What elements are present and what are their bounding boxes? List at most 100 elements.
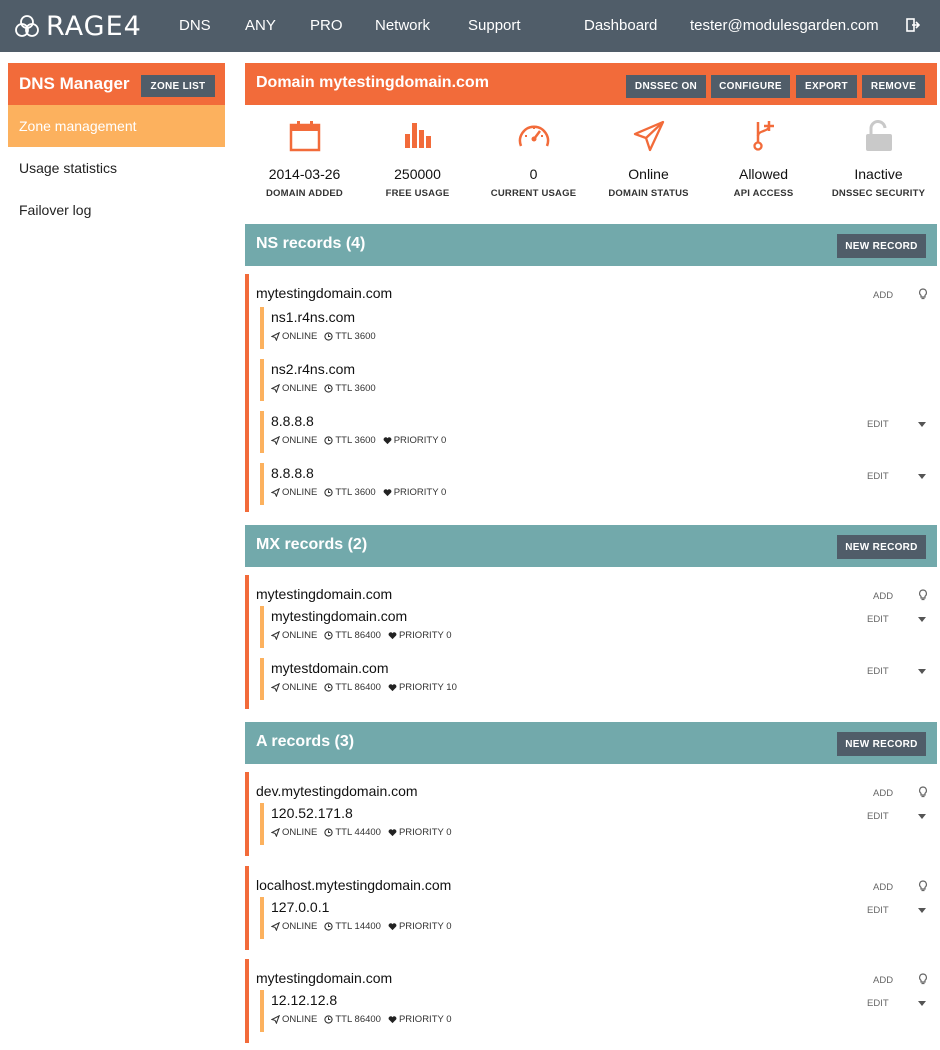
stat-label: CURRENT USAGE <box>490 188 577 199</box>
paper-plane-icon <box>271 683 280 692</box>
add-link[interactable]: ADD <box>873 882 893 893</box>
record-status: ONLINE <box>282 487 318 498</box>
record-status: ONLINE <box>282 921 318 932</box>
branch-icon <box>752 121 774 151</box>
logout-icon[interactable] <box>906 18 920 32</box>
add-link[interactable]: ADD <box>873 290 893 301</box>
chevron-down-icon[interactable] <box>918 908 926 914</box>
lightbulb-icon[interactable] <box>918 786 928 798</box>
heart-icon <box>383 489 392 497</box>
record-priority: PRIORITY 0 <box>398 630 452 641</box>
speedometer-icon <box>518 125 549 147</box>
record-ttl: TTL 3600 <box>335 331 376 342</box>
zone-list-button[interactable]: ZONE LIST <box>141 75 215 97</box>
paper-plane-icon <box>271 384 280 393</box>
record-row: 127.0.0.1 ONLINE TTL 14400 PRIORITY 0 ED… <box>260 897 936 939</box>
new-record-button[interactable]: NEW RECORD <box>837 732 926 756</box>
clock-icon <box>324 1015 334 1024</box>
zone-group: mytestingdomain.com ADD 12.12.12.8 ONLIN… <box>245 959 937 1043</box>
edit-link[interactable]: EDIT <box>867 419 889 430</box>
edit-link[interactable]: EDIT <box>867 666 889 677</box>
heart-icon <box>383 437 392 445</box>
chevron-down-icon[interactable] <box>918 1001 926 1007</box>
record-ttl: TTL 3600 <box>335 435 376 446</box>
stat-label: DOMAIN ADDED <box>266 188 343 199</box>
a-records-header: A records (3) NEW RECORD <box>245 722 937 764</box>
clock-icon <box>324 683 334 692</box>
clock-icon <box>324 631 334 640</box>
edit-link[interactable]: EDIT <box>867 905 889 916</box>
lightbulb-icon[interactable] <box>918 589 928 601</box>
record-status: ONLINE <box>282 331 318 342</box>
nav-any[interactable]: ANY <box>245 17 276 34</box>
record-status: ONLINE <box>282 682 318 693</box>
record-priority: PRIORITY 0 <box>398 921 452 932</box>
add-link[interactable]: ADD <box>873 591 893 602</box>
stat-dnssec-security: Inactive DNSSEC SECURITY <box>821 63 936 199</box>
brand-logo[interactable]: RAGE4 <box>14 10 142 42</box>
record-value: mytestingdomain.com <box>271 608 408 624</box>
brand-name: RAGE4 <box>46 10 142 42</box>
chevron-down-icon[interactable] <box>918 617 926 623</box>
record-value: ns2.r4ns.com <box>271 361 356 377</box>
section-title: MX records (2) <box>256 536 368 553</box>
nav-network[interactable]: Network <box>375 17 430 34</box>
zone-name: mytestingdomain.com <box>256 285 393 301</box>
record-row: ns2.r4ns.com ONLINE TTL 3600 <box>260 359 936 401</box>
heart-icon <box>388 923 397 931</box>
sidebar-item-zone-management[interactable]: Zone management <box>8 105 225 147</box>
lightbulb-icon[interactable] <box>918 880 928 892</box>
nav-dns[interactable]: DNS <box>179 17 211 34</box>
edit-link[interactable]: EDIT <box>867 471 889 482</box>
edit-link[interactable]: EDIT <box>867 998 889 1009</box>
paper-plane-icon <box>271 828 280 837</box>
stat-current-usage: 0 CURRENT USAGE <box>476 63 591 199</box>
lightbulb-icon[interactable] <box>918 288 928 300</box>
nav-dashboard[interactable]: Dashboard <box>584 17 657 34</box>
chevron-down-icon[interactable] <box>918 814 926 820</box>
chevron-down-icon[interactable] <box>918 474 926 480</box>
stat-value: Inactive <box>854 166 903 182</box>
record-ttl: TTL 44400 <box>335 827 381 838</box>
record-ttl: TTL 86400 <box>335 630 381 641</box>
nav-user-email[interactable]: tester@modulesgarden.com <box>690 17 879 34</box>
zone-name: mytestingdomain.com <box>256 970 393 986</box>
lightbulb-icon[interactable] <box>918 973 928 985</box>
chevron-down-icon[interactable] <box>918 422 926 428</box>
stat-domain-added: 2014-03-26 DOMAIN ADDED <box>247 63 362 199</box>
record-value: 120.52.171.8 <box>271 805 353 821</box>
nav-pro[interactable]: PRO <box>310 17 343 34</box>
record-status: ONLINE <box>282 435 318 446</box>
nav-support[interactable]: Support <box>468 17 521 34</box>
zone-name: dev.mytestingdomain.com <box>256 783 418 799</box>
edit-link[interactable]: EDIT <box>867 811 889 822</box>
stat-value: Online <box>628 166 669 182</box>
stat-domain-status: Online DOMAIN STATUS <box>591 63 706 199</box>
record-ttl: TTL 86400 <box>335 1014 381 1025</box>
paper-plane-icon <box>271 332 280 341</box>
sidebar: DNS Manager ZONE LIST Zone management Us… <box>8 63 225 231</box>
new-record-button[interactable]: NEW RECORD <box>837 535 926 559</box>
add-link[interactable]: ADD <box>873 975 893 986</box>
stat-value: 250000 <box>394 166 441 182</box>
add-link[interactable]: ADD <box>873 788 893 799</box>
chevron-down-icon[interactable] <box>918 669 926 675</box>
zone-group: localhost.mytestingdomain.com ADD 127.0.… <box>245 866 937 950</box>
record-value: 8.8.8.8 <box>271 413 314 429</box>
record-row: mytestdomain.com ONLINE TTL 86400 PRIORI… <box>260 658 936 700</box>
record-meta: ONLINE TTL 3600 <box>271 383 383 394</box>
stat-label: DNSSEC SECURITY <box>831 188 926 199</box>
sidebar-item-usage-statistics[interactable]: Usage statistics <box>8 147 225 189</box>
record-value: 12.12.12.8 <box>271 992 338 1008</box>
stat-free-usage: 250000 FREE USAGE <box>360 63 475 199</box>
stat-value: Allowed <box>738 166 789 182</box>
record-status: ONLINE <box>282 630 318 641</box>
new-record-button[interactable]: NEW RECORD <box>837 234 926 258</box>
ns-records-header: NS records (4) NEW RECORD <box>245 224 937 266</box>
sidebar-item-failover-log[interactable]: Failover log <box>8 189 225 231</box>
edit-link[interactable]: EDIT <box>867 614 889 625</box>
zone-group: mytestingdomain.com ADD mytestingdomain.… <box>245 575 937 709</box>
record-ttl: TTL 3600 <box>335 383 376 394</box>
paper-plane-icon <box>271 922 280 931</box>
zone-name: mytestingdomain.com <box>256 586 393 602</box>
